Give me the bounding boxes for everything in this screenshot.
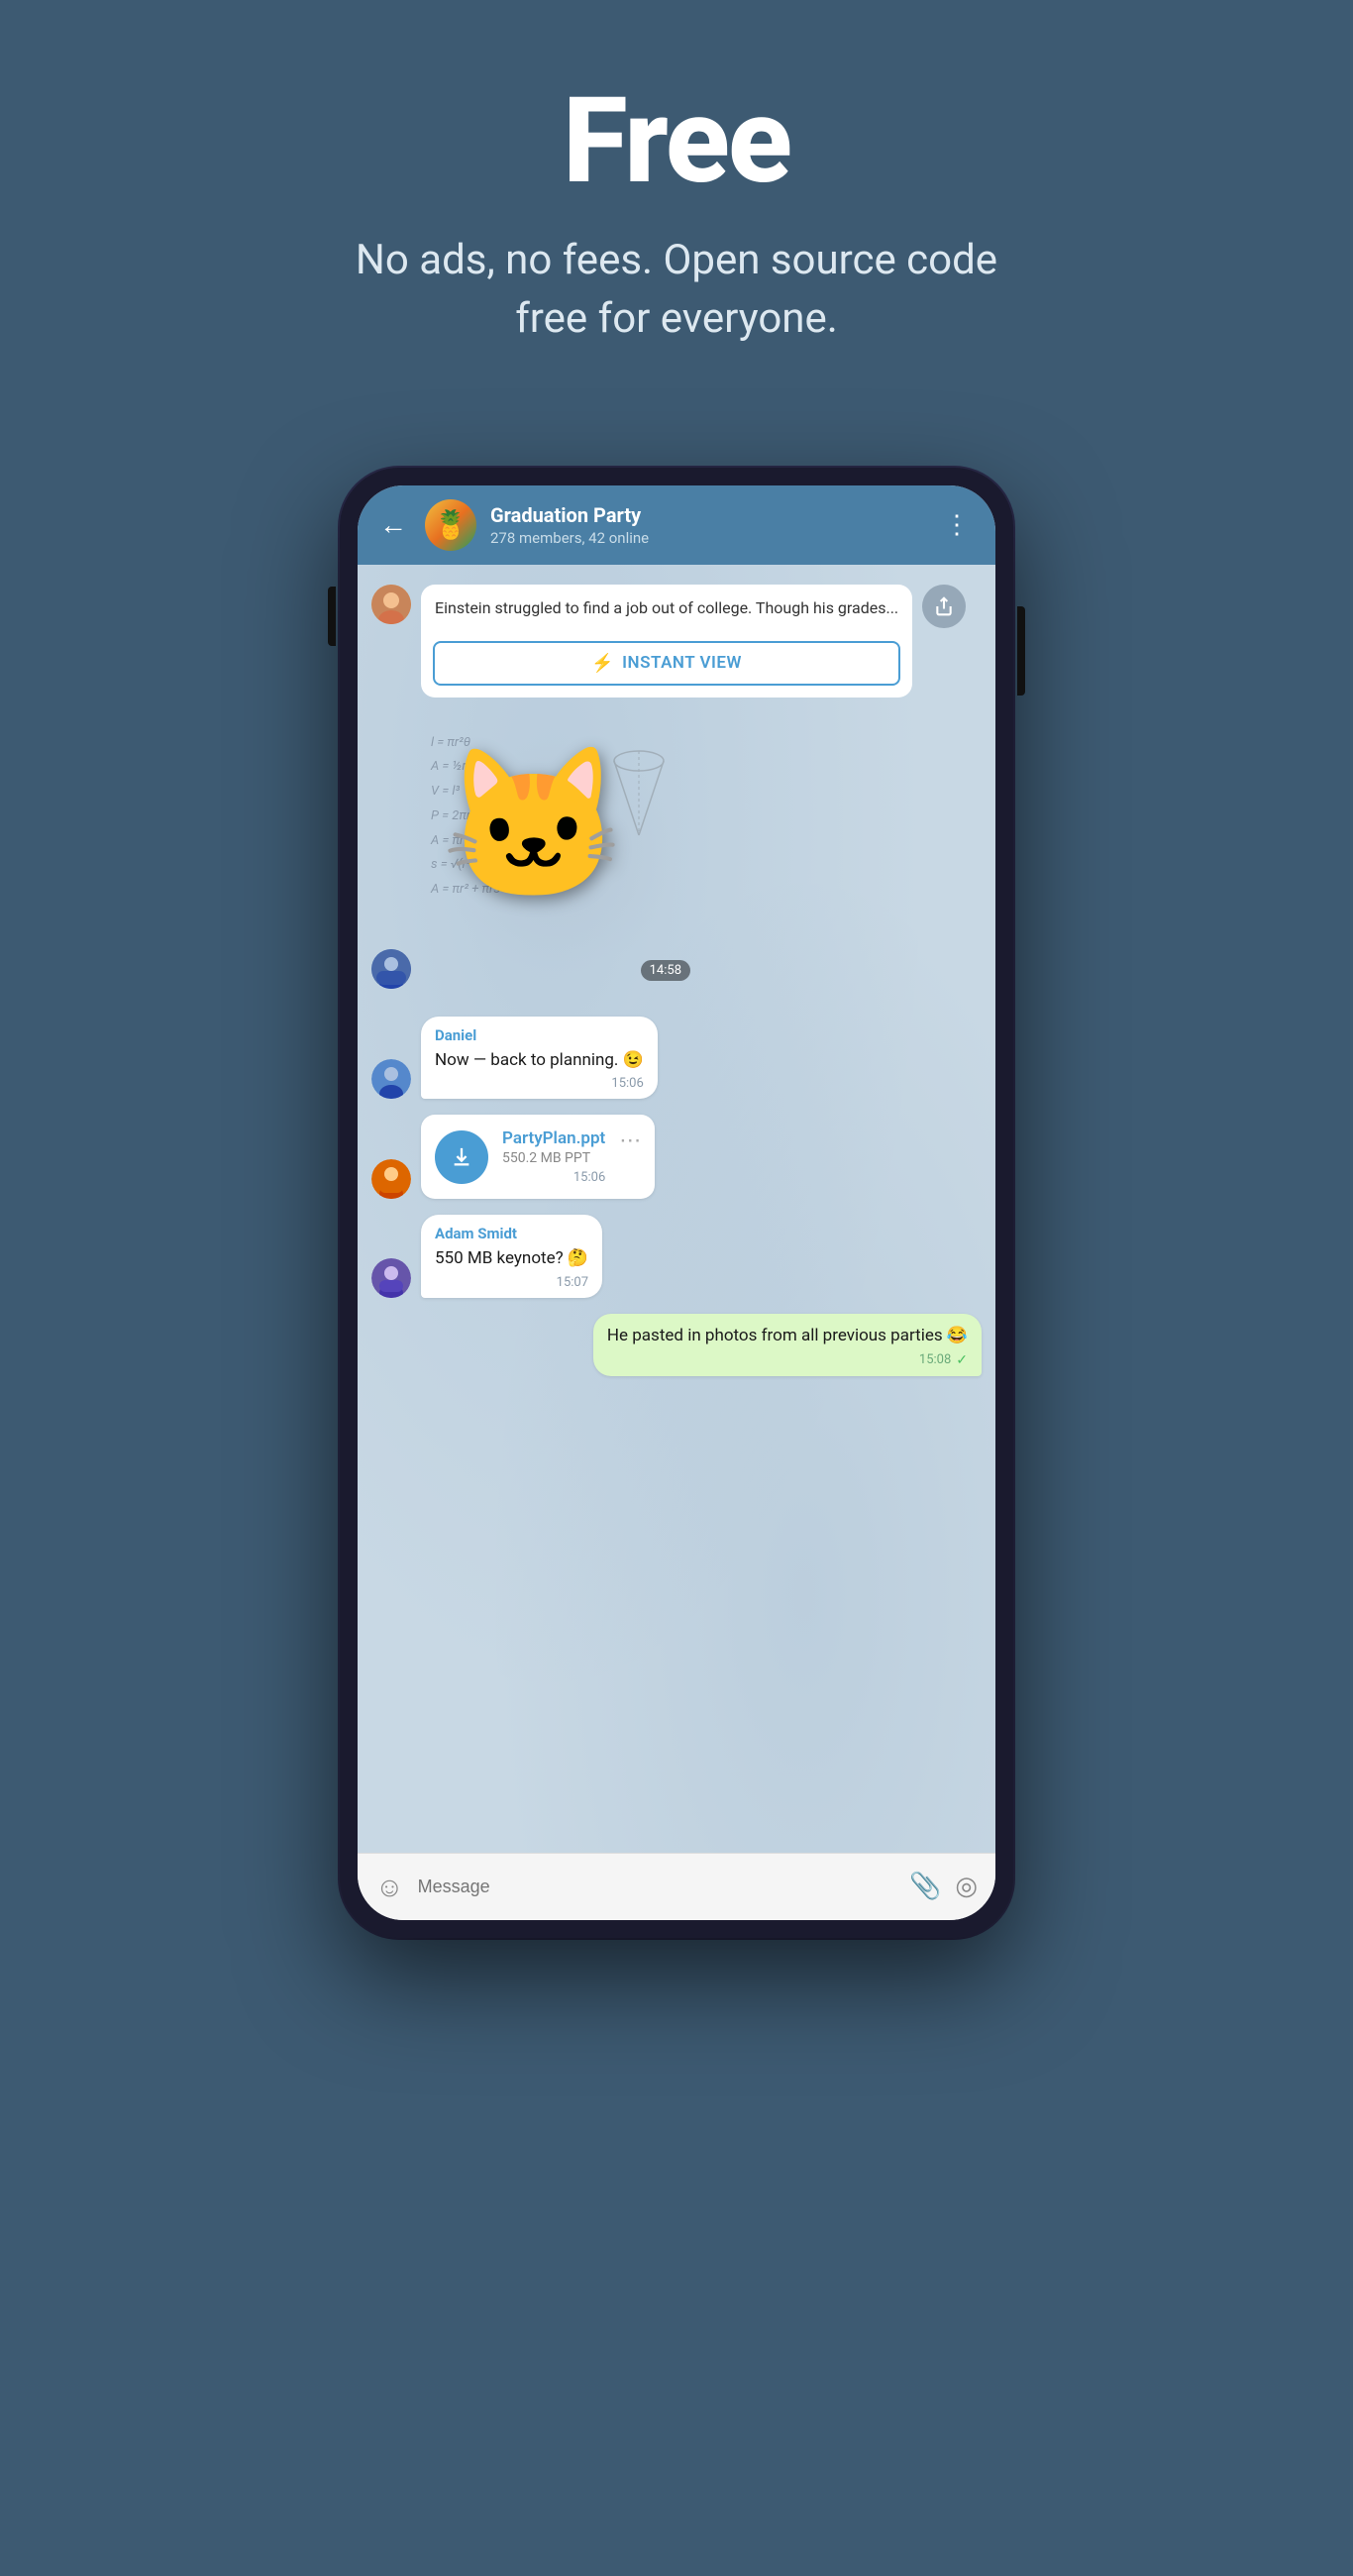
article-text-area: Einstein struggled to find a job out of … <box>421 585 912 631</box>
back-button[interactable]: ← <box>375 504 411 545</box>
group-avatar: 🍍 <box>425 499 476 551</box>
attach-button[interactable]: 📎 <box>909 1872 941 1901</box>
avatar-orange <box>371 1159 411 1199</box>
sender-name: Daniel <box>435 1026 644 1044</box>
camera-button[interactable]: ◎ <box>955 1872 978 1901</box>
own-message-bubble: He pasted in photos from all previous pa… <box>593 1314 982 1376</box>
message-input[interactable] <box>418 1877 895 1897</box>
file-size: 550.2 MB PPT <box>502 1150 605 1166</box>
hero-title: Free <box>563 79 790 204</box>
avatar-adam <box>371 1258 411 1298</box>
message-time: 15:08 <box>919 1352 951 1367</box>
group-info: Graduation Party 278 members, 42 online <box>490 503 922 547</box>
instant-view-icon: ⚡ <box>591 653 614 674</box>
message-meta: 15:07 <box>435 1275 588 1290</box>
message-meta: 15:06 <box>502 1170 605 1185</box>
file-more-button[interactable]: ⋯ <box>619 1128 641 1153</box>
instant-view-button[interactable]: ⚡ INSTANT VIEW <box>433 641 900 686</box>
file-attachment-bubble: PartyPlan.ppt 550.2 MB PPT 15:06 ⋯ <box>421 1115 655 1199</box>
message-row: Adam Smidt 550 MB keynote? 🤔 15:07 <box>371 1215 982 1298</box>
message-row: PartyPlan.ppt 550.2 MB PPT 15:06 ⋯ <box>371 1115 982 1199</box>
message-time: 15:06 <box>611 1076 643 1091</box>
message-text: Now — back to planning. 😉 <box>435 1048 644 1073</box>
avatar-spacer <box>371 1059 411 1099</box>
daniel-message-bubble: Daniel Now — back to planning. 😉 15:06 <box>421 1017 658 1100</box>
file-download-button[interactable] <box>435 1130 488 1184</box>
phone-screen: ← 🍍 Graduation Party 278 members, 42 onl… <box>358 485 995 1920</box>
cat-sticker: 🐱 <box>441 751 626 900</box>
chat-input-bar: ☺ 📎 ◎ <box>358 1853 995 1920</box>
hero-section: Free No ads, no fees. Open source code f… <box>0 0 1353 408</box>
article-bubble: Einstein struggled to find a job out of … <box>421 585 912 698</box>
group-members: 278 members, 42 online <box>490 529 922 547</box>
chat-body: Einstein struggled to find a job out of … <box>358 565 995 1853</box>
message-meta: 15:08 ✓ <box>607 1352 968 1368</box>
message-time: 15:07 <box>557 1275 588 1290</box>
message-meta: 15:06 <box>435 1076 644 1091</box>
share-button[interactable] <box>922 585 966 628</box>
sticker-container: l = πr²θ A = ½r²θ V = l³ P = 2πr A = πr²… <box>421 721 698 989</box>
emoji-button[interactable]: ☺ <box>375 1871 404 1903</box>
instant-view-label: INSTANT VIEW <box>622 653 742 673</box>
avatar-boy-blue <box>371 949 411 989</box>
article-body-text: Einstein struggled to find a job out of … <box>435 596 898 619</box>
file-info: PartyPlan.ppt 550.2 MB PPT 15:06 <box>502 1128 605 1185</box>
message-row: Einstein struggled to find a job out of … <box>371 585 982 698</box>
phone-outer-frame: ← 🍍 Graduation Party 278 members, 42 onl… <box>340 468 1013 1938</box>
message-text: 550 MB keynote? 🤔 <box>435 1246 588 1271</box>
message-row: Daniel Now — back to planning. 😉 15:06 <box>371 1017 982 1100</box>
phone-mockup: ← 🍍 Graduation Party 278 members, 42 onl… <box>340 468 1013 1938</box>
more-button[interactable]: ⋮ <box>936 506 978 544</box>
message-time: 15:06 <box>573 1170 605 1185</box>
sender-name: Adam Smidt <box>435 1225 588 1242</box>
sticker-time: 14:58 <box>641 960 690 981</box>
group-name: Graduation Party <box>490 503 922 527</box>
chat-header: ← 🍍 Graduation Party 278 members, 42 onl… <box>358 485 995 565</box>
message-text: He pasted in photos from all previous pa… <box>607 1324 968 1348</box>
file-name: PartyPlan.ppt <box>502 1128 605 1148</box>
avatar <box>371 585 411 624</box>
adam-message-bubble: Adam Smidt 550 MB keynote? 🤔 15:07 <box>421 1215 602 1298</box>
message-row-own: He pasted in photos from all previous pa… <box>371 1314 982 1376</box>
hero-subtitle: No ads, no fees. Open source code free f… <box>330 232 1023 349</box>
read-receipt-icon: ✓ <box>956 1352 968 1368</box>
